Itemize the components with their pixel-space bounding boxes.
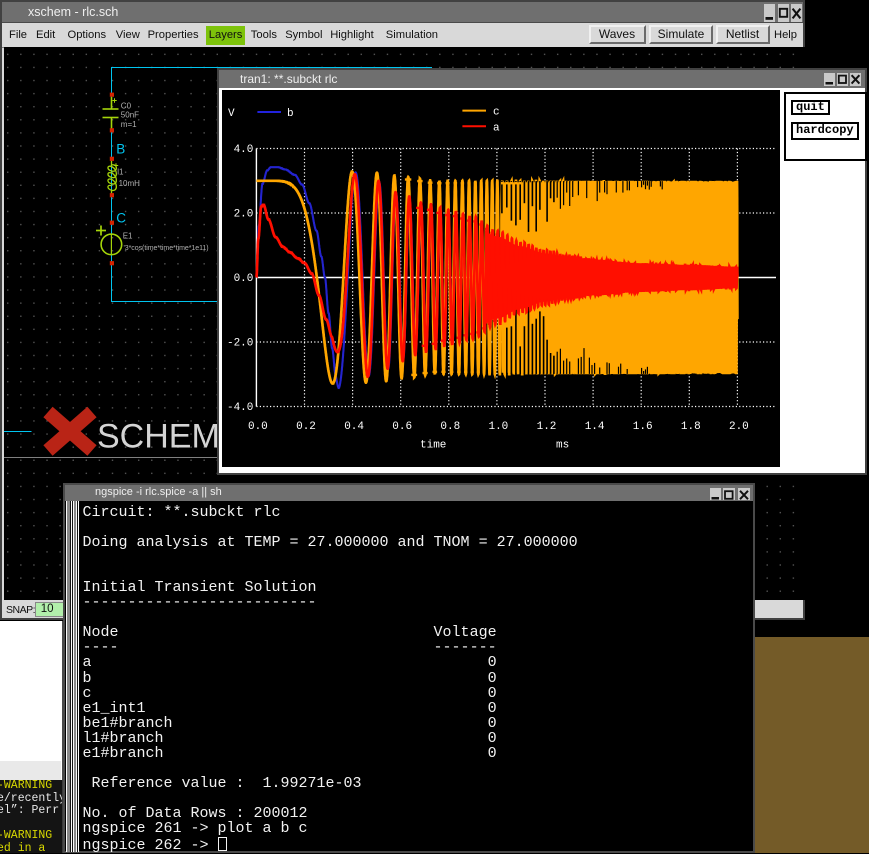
svg-text:1.2: 1.2 — [537, 421, 557, 433]
svg-text:C0: C0 — [121, 102, 132, 111]
svg-text:1.4: 1.4 — [585, 421, 605, 433]
svg-text:2.0: 2.0 — [729, 421, 749, 433]
svg-text:C: C — [116, 211, 126, 226]
svg-text:1.8: 1.8 — [681, 421, 701, 433]
svg-text:0.4: 0.4 — [344, 421, 364, 433]
svg-text:a: a — [493, 122, 500, 134]
svg-text:m=1: m=1 — [121, 120, 137, 129]
svg-text:50nF: 50nF — [121, 111, 139, 120]
svg-text:c: c — [493, 107, 500, 119]
svg-text:0.8: 0.8 — [440, 421, 460, 433]
svg-text:0.0: 0.0 — [248, 421, 268, 433]
svg-text:1.0: 1.0 — [488, 421, 508, 433]
svg-text:B: B — [116, 142, 125, 157]
svg-text:10mH: 10mH — [119, 179, 141, 188]
svg-text:0.0: 0.0 — [234, 273, 254, 285]
svg-text:b: b — [287, 108, 294, 120]
svg-text:-2.0: -2.0 — [227, 338, 253, 350]
svg-text:SCHEM: SCHEM — [97, 418, 220, 456]
svg-text:ms: ms — [556, 440, 569, 452]
svg-text:'3*cos(time*time*time*1e11): '3*cos(time*time*time*1e11) — [124, 245, 209, 252]
svg-text:1.6: 1.6 — [633, 421, 653, 433]
svg-text:0.6: 0.6 — [392, 421, 412, 433]
svg-text:4.0: 4.0 — [234, 144, 254, 156]
svg-text:-4.0: -4.0 — [227, 402, 253, 414]
svg-text:2.0: 2.0 — [234, 209, 254, 221]
svg-text:l1: l1 — [117, 168, 124, 177]
svg-text:E1: E1 — [123, 232, 133, 241]
svg-text:0.2: 0.2 — [296, 421, 316, 433]
svg-text:time: time — [420, 440, 446, 452]
svg-text:V: V — [228, 108, 235, 120]
